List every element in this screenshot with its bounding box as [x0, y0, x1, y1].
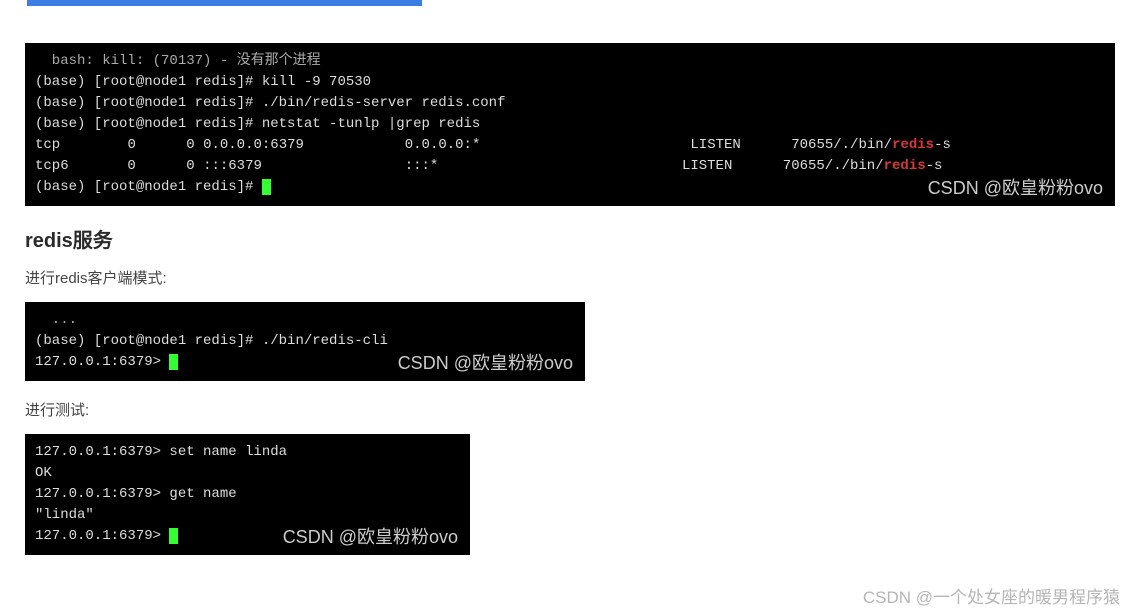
t1-row1-pidpre: 70655/./bin/: [791, 137, 892, 153]
para-client-mode: 进行redis客户端模式:: [25, 267, 1109, 288]
t1-prompt-final: (base) [root@node1 redis]#: [35, 179, 262, 195]
para-test: 进行测试:: [25, 399, 1109, 420]
terminal1-truncated: bash: kill: (70137) - 没有那个进程: [35, 53, 321, 69]
t3-cmd-1: set name linda: [169, 444, 287, 460]
terminal-block-1: bash: kill: (70137) - 没有那个进程 (base) [roo…: [25, 43, 1115, 206]
t1-prompt-2: (base) [root@node1 redis]#: [35, 95, 262, 111]
t3-line2: OK: [35, 465, 52, 481]
t1-row2-recv: 0: [127, 158, 135, 174]
terminal-block-2: ... (base) [root@node1 redis]# ./bin/red…: [25, 302, 585, 381]
t1-row1-local: 0.0.0.0:6379: [203, 137, 304, 153]
t1-row1-pidpost: -s: [934, 137, 951, 153]
t1-row1-recv: 0: [127, 137, 135, 153]
t1-cmd-3: netstat -tunlp |grep redis: [262, 116, 480, 132]
heading-redis-service: redis服务: [25, 224, 1109, 253]
t1-prompt-1: (base) [root@node1 redis]#: [35, 74, 262, 90]
t1-row2-proto: tcp6: [35, 158, 69, 174]
terminal-cursor: [169, 528, 178, 544]
terminal-cursor: [262, 179, 271, 195]
page-watermark: CSDN @一个处女座的暖男程序猿: [863, 583, 1120, 608]
t2-prompt-final: 127.0.0.1:6379>: [35, 354, 169, 370]
t1-cmd-2: ./bin/redis-server redis.conf: [262, 95, 506, 111]
top-accent-bar: [27, 0, 422, 6]
terminal-block-3: 127.0.0.1:6379> set name linda OK 127.0.…: [25, 434, 470, 555]
t1-cmd-1: kill -9 70530: [262, 74, 371, 90]
t2-truncated: ...: [35, 312, 77, 328]
t1-row1-foreign: 0.0.0.0:*: [405, 137, 481, 153]
t2-prompt-1: (base) [root@node1 redis]#: [35, 333, 262, 349]
t1-row1-proto: tcp: [35, 137, 60, 153]
terminal2-watermark: CSDN @欧皇粉粉ovo: [398, 350, 573, 377]
terminal-cursor: [169, 354, 178, 370]
terminal1-watermark: CSDN @欧皇粉粉ovo: [928, 175, 1103, 202]
t1-row2-foreign: :::*: [405, 158, 439, 174]
t3-prompt-3: 127.0.0.1:6379>: [35, 486, 169, 502]
t1-row2-pidpost: -s: [926, 158, 943, 174]
t3-line4: "linda": [35, 507, 94, 523]
t1-row2-local: :::6379: [203, 158, 262, 174]
t3-prompt-1: 127.0.0.1:6379>: [35, 444, 169, 460]
t1-row1-state: LISTEN: [690, 137, 740, 153]
t1-row1-send: 0: [186, 137, 194, 153]
t2-cmd-1: ./bin/redis-cli: [262, 333, 388, 349]
terminal3-watermark: CSDN @欧皇粉粉ovo: [283, 524, 458, 551]
t1-row2-pidpre: 70655/./bin/: [783, 158, 884, 174]
t1-row2-send: 0: [186, 158, 194, 174]
t1-prompt-3: (base) [root@node1 redis]#: [35, 116, 262, 132]
t3-prompt-final: 127.0.0.1:6379>: [35, 528, 169, 544]
t1-row2-pidhl: redis: [884, 158, 926, 174]
t1-row1-pidhl: redis: [892, 137, 934, 153]
article-content: bash: kill: (70137) - 没有那个进程 (base) [roo…: [0, 18, 1134, 598]
t3-cmd-3: get name: [169, 486, 236, 502]
t1-row2-state: LISTEN: [682, 158, 732, 174]
